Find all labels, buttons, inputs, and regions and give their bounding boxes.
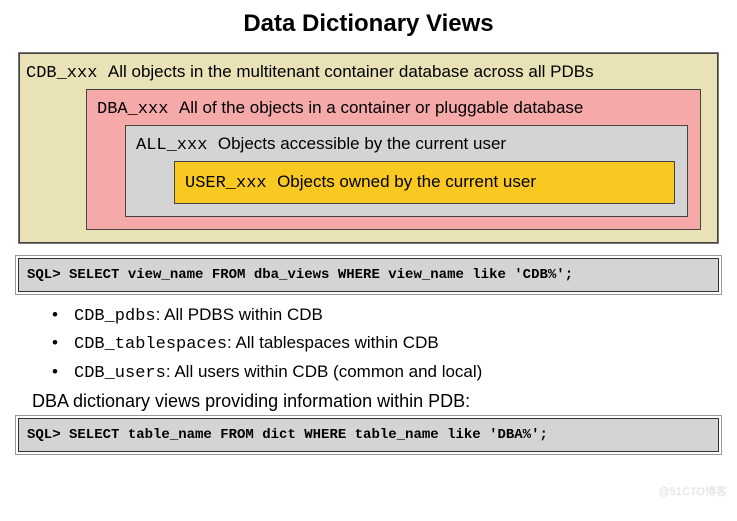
cdb-box: CDB_xxx All objects in the multitenant c… bbox=[19, 53, 718, 243]
dba-prefix: DBA_xxx bbox=[97, 100, 168, 119]
watermark: @51CTO博客 bbox=[659, 483, 727, 499]
all-desc: Objects accessible by the current user bbox=[218, 134, 506, 153]
user-prefix: USER_xxx bbox=[185, 174, 267, 193]
sql-box-2: SQL> SELECT table_name FROM dict WHERE t… bbox=[18, 418, 719, 452]
dba-desc: All of the objects in a container or plu… bbox=[179, 98, 584, 117]
sql-box-1: SQL> SELECT view_name FROM dba_views WHE… bbox=[18, 258, 719, 292]
view-name: CDB_tablespaces bbox=[74, 335, 227, 354]
list-item: CDB_users: All users within CDB (common … bbox=[52, 359, 719, 387]
view-name: CDB_users bbox=[74, 364, 166, 383]
view-desc: : All users within CDB (common and local… bbox=[166, 362, 483, 381]
all-prefix: ALL_xxx bbox=[136, 136, 207, 155]
cdb-prefix: CDB_xxx bbox=[26, 64, 97, 83]
list-item: CDB_pdbs: All PDBS within CDB bbox=[52, 302, 719, 330]
dba-box: DBA_xxx All of the objects in a containe… bbox=[86, 89, 701, 230]
user-box: USER_xxx Objects owned by the current us… bbox=[174, 161, 675, 204]
all-box: ALL_xxx Objects accessible by the curren… bbox=[125, 125, 688, 217]
user-desc: Objects owned by the current user bbox=[277, 172, 536, 191]
page-title: Data Dictionary Views bbox=[18, 10, 719, 38]
footer-text: DBA dictionary views providing informati… bbox=[32, 391, 719, 412]
view-name: CDB_pdbs bbox=[74, 307, 156, 326]
view-desc: : All tablespaces within CDB bbox=[227, 333, 439, 352]
cdb-desc: All objects in the multitenant container… bbox=[108, 62, 594, 81]
view-desc: : All PDBS within CDB bbox=[156, 305, 323, 324]
list-item: CDB_tablespaces: All tablespaces within … bbox=[52, 330, 719, 358]
nested-diagram-container: CDB_xxx All objects in the multitenant c… bbox=[18, 52, 719, 244]
view-list: CDB_pdbs: All PDBS within CDB CDB_tables… bbox=[52, 302, 719, 387]
